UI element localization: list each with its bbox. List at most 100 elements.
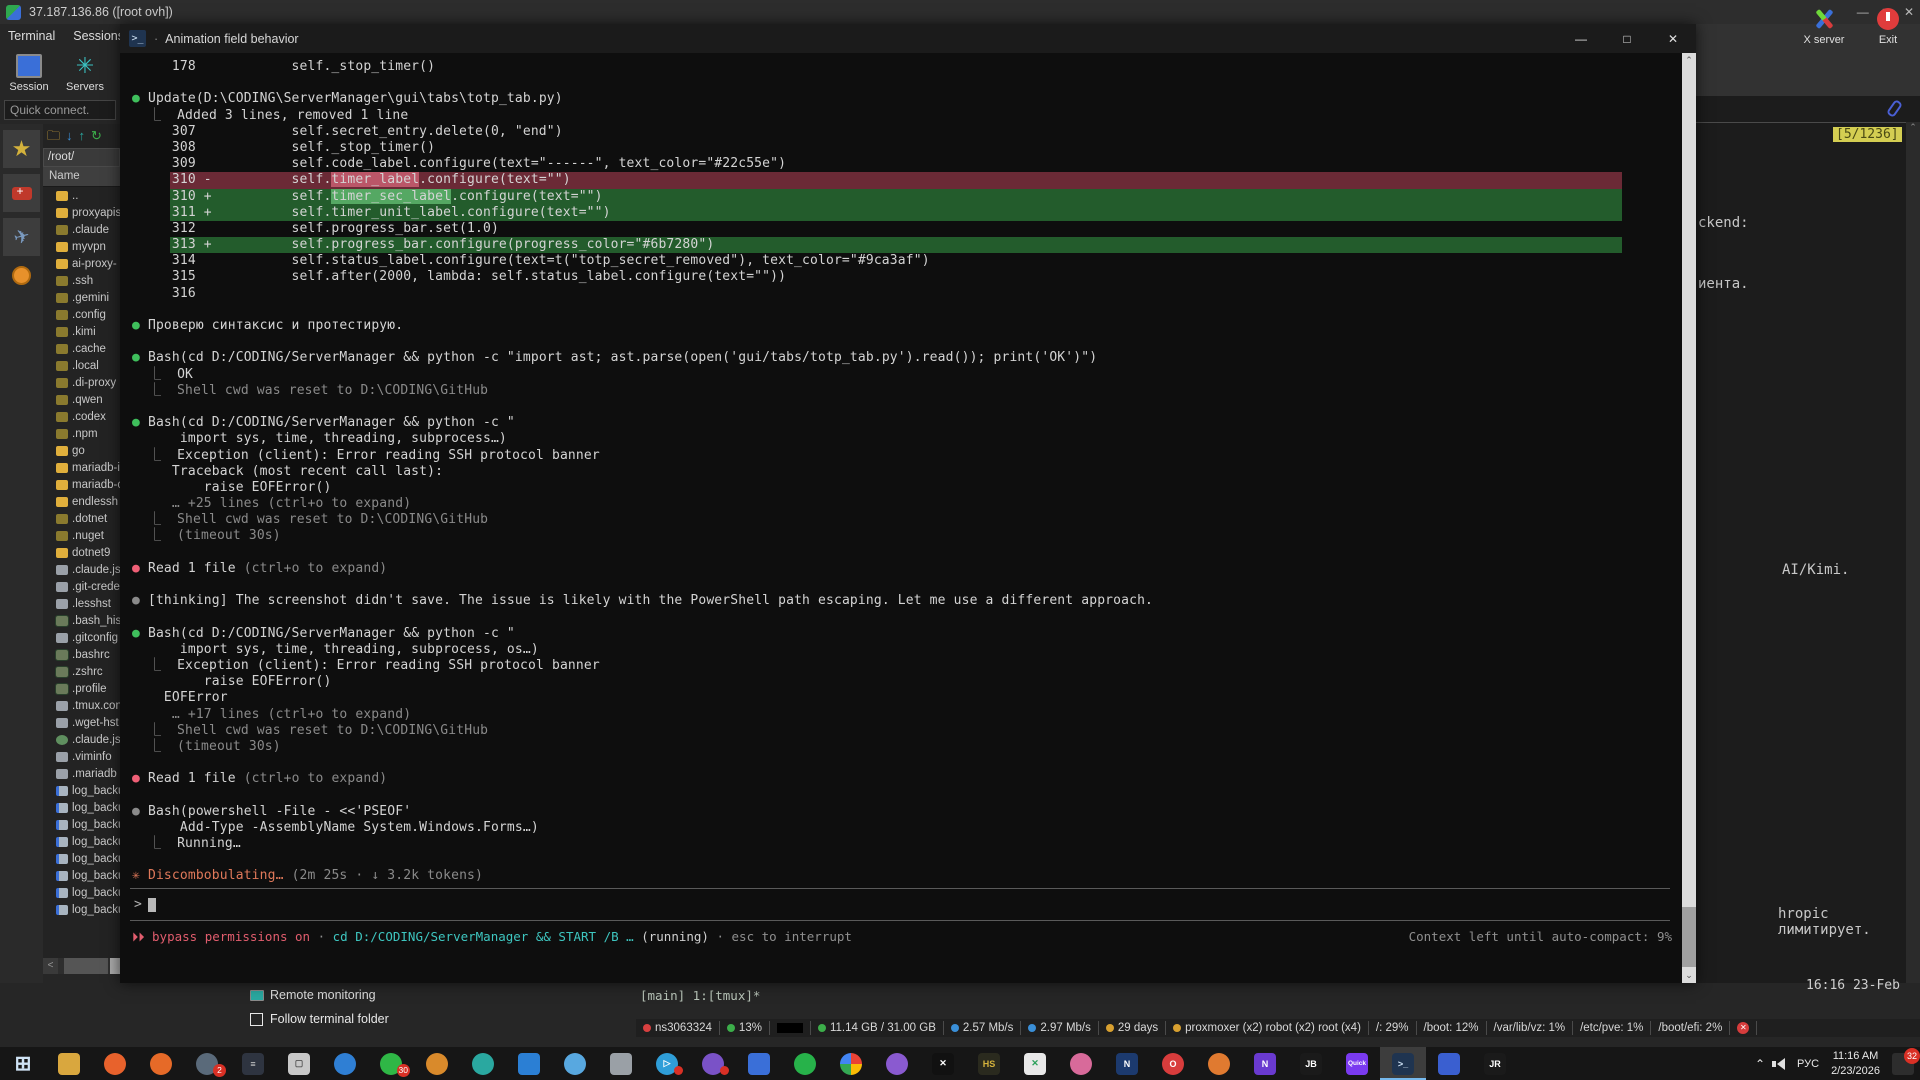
file-row[interactable]: .. — [43, 187, 120, 204]
quick-connect-input[interactable]: Quick connect. — [4, 100, 116, 120]
taskbar-spotify[interactable] — [782, 1047, 828, 1080]
file-row[interactable]: .claude — [43, 221, 120, 238]
taskbar-vscode[interactable] — [506, 1047, 552, 1080]
file-row[interactable]: .dotnet — [43, 510, 120, 527]
sftp-horizontal-scrollbar[interactable]: < — [43, 958, 120, 974]
file-row[interactable]: .nuget — [43, 527, 120, 544]
notification-center-icon[interactable]: 32 — [1892, 1053, 1914, 1075]
file-row[interactable]: .local — [43, 357, 120, 374]
upload-icon[interactable]: ↑ — [79, 129, 86, 143]
file-row[interactable]: mariadb-i — [43, 459, 120, 476]
exit-button[interactable]: Exit — [1862, 8, 1914, 46]
file-row[interactable]: .claude.js — [43, 731, 120, 748]
file-row[interactable]: log_backu — [43, 884, 120, 901]
taskbar-powershell[interactable]: >_ — [1380, 1047, 1426, 1080]
taskbar-orange-browser[interactable] — [1196, 1047, 1242, 1080]
follow-terminal-folder-option[interactable]: Follow terminal folder — [250, 1012, 389, 1026]
folder-up-icon[interactable]: 🗀 — [47, 129, 60, 143]
taskbar-hs-app[interactable]: HS — [966, 1047, 1012, 1080]
file-row[interactable]: .ssh — [43, 272, 120, 289]
tray-chevron-icon[interactable]: ⌃ — [1755, 1057, 1765, 1071]
taskbar-blue-app-2[interactable] — [736, 1047, 782, 1080]
minimize-icon[interactable]: — — [1558, 24, 1604, 53]
file-row[interactable]: log_backu — [43, 901, 120, 918]
taskbar-jetbrains[interactable]: JB — [1288, 1047, 1334, 1080]
taskbar-file-explorer[interactable] — [46, 1047, 92, 1080]
file-row[interactable]: ai-proxy- — [43, 255, 120, 272]
taskbar-opera[interactable]: O — [1150, 1047, 1196, 1080]
file-row[interactable]: .npm — [43, 425, 120, 442]
taskbar-paint-app[interactable] — [1058, 1047, 1104, 1080]
file-row[interactable]: .tmux.con — [43, 697, 120, 714]
file-row[interactable]: mariadb-c — [43, 476, 120, 493]
taskbar-amber-app[interactable] — [414, 1047, 460, 1080]
file-row[interactable]: .di-proxy — [43, 374, 120, 391]
tray-clock[interactable]: 11:16 AM 2/23/2026 — [1831, 1049, 1880, 1078]
download-icon[interactable]: ↓ — [66, 129, 73, 143]
taskbar-grey-window-app[interactable] — [598, 1047, 644, 1080]
scroll-left-icon[interactable]: < — [43, 958, 58, 974]
servers-button[interactable]: ✳ Servers — [62, 54, 108, 93]
refresh-icon[interactable]: ↻ — [91, 129, 102, 143]
menu-sessions[interactable]: Sessions — [73, 29, 124, 43]
taskbar-firefox-browser[interactable] — [138, 1047, 184, 1080]
error-icon[interactable]: ✕ — [1737, 1022, 1749, 1034]
file-row[interactable]: proxyapis — [43, 204, 120, 221]
file-row[interactable]: .config — [43, 306, 120, 323]
taskbar-telegram[interactable]: ▷ — [644, 1047, 690, 1080]
taskbar-x-app[interactable]: ✕ — [920, 1047, 966, 1080]
taskbar-brave-browser[interactable] — [92, 1047, 138, 1080]
taskbar-browser-badge[interactable]: 2 — [184, 1047, 230, 1080]
file-row[interactable]: go — [43, 442, 120, 459]
background-scrollbar[interactable]: ⌃ — [1906, 122, 1920, 1005]
prompt-input[interactable]: > — [130, 888, 1670, 921]
taskbar-violet-app[interactable] — [874, 1047, 920, 1080]
sftp-globe-icon[interactable] — [12, 266, 31, 285]
maximize-icon[interactable]: □ — [1604, 24, 1650, 53]
file-row[interactable]: log_backu — [43, 867, 120, 884]
taskbar-blue-dev-app[interactable] — [1426, 1047, 1472, 1080]
taskbar-rider[interactable]: JR — [1472, 1047, 1518, 1080]
macros-tab[interactable]: ✈ — [3, 218, 40, 256]
claude-titlebar[interactable]: >_ · Animation field behavior — □ ✕ — [120, 24, 1696, 53]
remote-monitoring-label[interactable]: Remote monitoring — [250, 988, 376, 1002]
taskbar-lightblue-app[interactable] — [552, 1047, 598, 1080]
taskbar-chrome[interactable] — [828, 1047, 874, 1080]
taskbar-blue-app[interactable] — [322, 1047, 368, 1080]
file-row[interactable]: .qwen — [43, 391, 120, 408]
file-row[interactable]: .wget-hst — [43, 714, 120, 731]
claude-scrollbar[interactable]: ⌃ ⌄ — [1682, 53, 1696, 983]
language-indicator[interactable]: РУС — [1797, 1058, 1819, 1070]
file-row[interactable]: .cache — [43, 340, 120, 357]
close-icon[interactable]: ✕ — [1650, 24, 1696, 53]
file-row[interactable]: log_backu — [43, 782, 120, 799]
file-row[interactable]: log_backu — [43, 833, 120, 850]
file-row[interactable]: .bashrc — [43, 646, 120, 663]
file-row[interactable]: .claude.js — [43, 561, 120, 578]
session-button[interactable]: Session — [6, 54, 52, 93]
file-row[interactable]: .lesshst — [43, 595, 120, 612]
file-row[interactable]: .gemini — [43, 289, 120, 306]
taskbar-teal-app[interactable] — [460, 1047, 506, 1080]
taskbar-start-button[interactable]: ⊞ — [0, 1047, 46, 1080]
file-row[interactable]: log_backu — [43, 850, 120, 867]
taskbar-purple-app[interactable] — [690, 1047, 736, 1080]
taskbar-quick-app[interactable]: Quick — [1334, 1047, 1380, 1080]
file-row[interactable]: log_backu — [43, 816, 120, 833]
scroll-down-icon[interactable]: ⌄ — [1682, 970, 1696, 981]
taskbar-purple-n-app[interactable]: N — [1242, 1047, 1288, 1080]
taskbar-grey-app[interactable]: ▢ — [276, 1047, 322, 1080]
x-server-button[interactable]: X server — [1798, 8, 1850, 46]
file-row[interactable]: .bash_his — [43, 612, 120, 629]
file-row[interactable]: .gitconfig — [43, 629, 120, 646]
file-row[interactable]: log_backu — [43, 799, 120, 816]
file-row[interactable]: .mariadb — [43, 765, 120, 782]
taskbar-whatsapp[interactable]: 30 — [368, 1047, 414, 1080]
file-row[interactable]: .kimi — [43, 323, 120, 340]
taskbar-dark-app[interactable]: ≡ — [230, 1047, 276, 1080]
file-row[interactable]: .viminfo — [43, 748, 120, 765]
follow-terminal-folder-checkbox[interactable] — [250, 1013, 263, 1026]
file-row[interactable]: dotnet9 — [43, 544, 120, 561]
taskbar-navy-n-app[interactable]: N — [1104, 1047, 1150, 1080]
sftp-path-input[interactable]: /root/ — [43, 148, 120, 167]
